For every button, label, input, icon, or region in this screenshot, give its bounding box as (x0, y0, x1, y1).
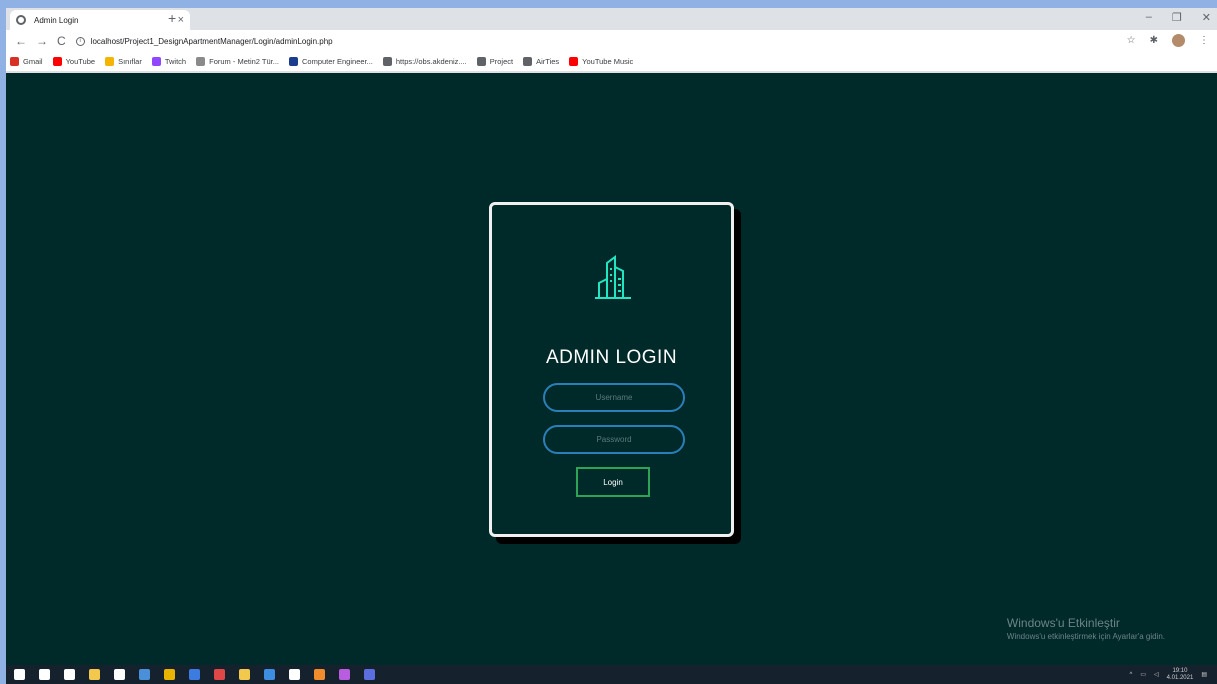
toolbar-actions: ☆ ✱ ⋮ (1127, 34, 1209, 47)
tab-close-button[interactable]: × (178, 14, 184, 26)
new-tab-button[interactable]: + (168, 11, 176, 25)
bookmark-label: Computer Engineer... (302, 57, 373, 66)
start-icon[interactable] (14, 669, 25, 680)
browser-window: Admin Login × + – ❐ ✕ ← → C i localhost/… (6, 8, 1217, 684)
globe-icon (289, 57, 298, 66)
bookmark-item[interactable]: YouTube (52, 57, 96, 66)
bookmark-label: YouTube (65, 57, 96, 66)
sublime-icon[interactable] (314, 669, 325, 680)
youtube-music-icon (569, 57, 579, 66)
youtube-icon (52, 57, 62, 66)
gmail-icon (10, 57, 19, 66)
twitch-icon (151, 57, 161, 66)
app-icon[interactable] (214, 669, 225, 680)
watermark-title: Windows'u Etkinleştir (1006, 616, 1120, 630)
task-view-icon[interactable] (64, 669, 75, 680)
tab-strip: Admin Login × + – ❐ ✕ (6, 8, 1217, 30)
page-title: ADMIN LOGIN (545, 347, 678, 368)
page-content: ADMIN LOGIN Login Windows'u Etkinleştir … (6, 73, 1217, 665)
mail-icon[interactable] (139, 669, 150, 680)
extensions-icon[interactable]: ✱ (1150, 35, 1158, 46)
window-controls: – ❐ ✕ (1146, 11, 1211, 24)
bookmark-item[interactable]: Sınıflar (105, 57, 142, 66)
chrome-icon[interactable] (164, 669, 175, 680)
bookmark-item[interactable]: Project (476, 57, 514, 66)
app-icon[interactable] (189, 669, 200, 680)
explorer-icon[interactable] (89, 669, 100, 680)
login-card: ADMIN LOGIN Login (489, 202, 734, 537)
bookmark-item[interactable]: Forum - Metin2 Tür... (196, 57, 279, 66)
menu-icon[interactable]: ⋮ (1199, 35, 1209, 46)
tray-chevron-icon[interactable]: ^ (1130, 672, 1133, 678)
watermark-subtitle: Windows'u etkinleştirmek için Ayarlar'a … (1006, 632, 1165, 641)
building-icon (595, 255, 631, 299)
app-icon[interactable] (289, 669, 300, 680)
edge-icon[interactable] (264, 669, 275, 680)
bookmark-star-icon[interactable]: ☆ (1127, 35, 1136, 46)
bookmark-label: Twitch (164, 57, 187, 66)
network-icon[interactable]: ▭ (1140, 671, 1146, 678)
bookmark-item[interactable]: Twitch (151, 57, 187, 66)
search-icon[interactable] (39, 669, 50, 680)
reload-button[interactable]: C (57, 34, 66, 48)
taskbar: ^ ▭ ◁ 19:10 4.01.2021 ▤ (6, 665, 1217, 684)
bookmark-label: Sınıflar (118, 57, 142, 66)
close-window-button[interactable]: ✕ (1202, 11, 1211, 24)
clock-time: 19:10 (1172, 667, 1188, 674)
browser-toolbar: ← → C i localhost/Project1_DesignApartme… (6, 30, 1217, 52)
bookmark-label: Project (489, 57, 514, 66)
username-input[interactable] (543, 383, 685, 412)
bookmark-item[interactable]: Computer Engineer... (289, 57, 373, 66)
forum-icon (196, 57, 206, 66)
teams-icon[interactable] (364, 669, 375, 680)
back-button[interactable]: ← (15, 34, 27, 48)
classroom-icon (105, 57, 115, 66)
avatar[interactable] (1172, 34, 1185, 47)
app-icon[interactable] (339, 669, 350, 680)
password-input[interactable] (543, 425, 685, 454)
clock[interactable]: 19:10 4.01.2021 (1167, 668, 1194, 682)
bookmark-label: YouTube Music (582, 57, 634, 66)
minimize-button[interactable]: – (1146, 11, 1152, 24)
forward-button[interactable]: → (36, 34, 48, 48)
globe-icon (523, 57, 533, 66)
notification-icon[interactable]: ▤ (1201, 671, 1207, 678)
tab-title: Admin Login (34, 15, 79, 25)
bookmark-item[interactable]: YouTube Music (569, 57, 633, 66)
restore-button[interactable]: ❐ (1172, 11, 1182, 24)
volume-icon[interactable]: ◁ (1154, 671, 1159, 678)
globe-icon (476, 57, 486, 66)
bookmark-label: AirTies (536, 57, 560, 66)
info-icon[interactable]: i (75, 36, 85, 46)
bookmark-item[interactable]: https://obs.akdeniz.... (382, 57, 467, 66)
activation-watermark: Windows'u Etkinleştir Windows'u etkinleş… (1007, 616, 1165, 641)
app-icon[interactable] (239, 669, 250, 680)
globe-icon (382, 57, 392, 66)
browser-tab[interactable]: Admin Login × (10, 10, 190, 30)
bookmarks-bar: Gmail YouTube Sınıflar Twitch Forum - Metin2… (6, 52, 1217, 72)
bookmark-label: Gmail (23, 57, 43, 66)
store-icon[interactable] (114, 669, 125, 680)
system-tray: ^ ▭ ◁ 19:10 4.01.2021 ▤ (1130, 665, 1208, 684)
bookmark-item[interactable]: AirTies (523, 57, 559, 66)
bookmark-label: https://obs.akdeniz.... (395, 57, 467, 66)
address-bar[interactable]: i localhost/Project1_DesignApartmentMana… (75, 33, 333, 49)
login-button[interactable]: Login (576, 467, 650, 497)
bookmark-item[interactable]: Gmail (10, 57, 43, 66)
globe-icon (16, 15, 26, 25)
url-text[interactable]: localhost/Project1_DesignApartmentManage… (91, 37, 333, 46)
bookmark-label: Forum - Metin2 Tür... (209, 57, 279, 66)
clock-date: 4.01.2021 (1166, 674, 1194, 681)
